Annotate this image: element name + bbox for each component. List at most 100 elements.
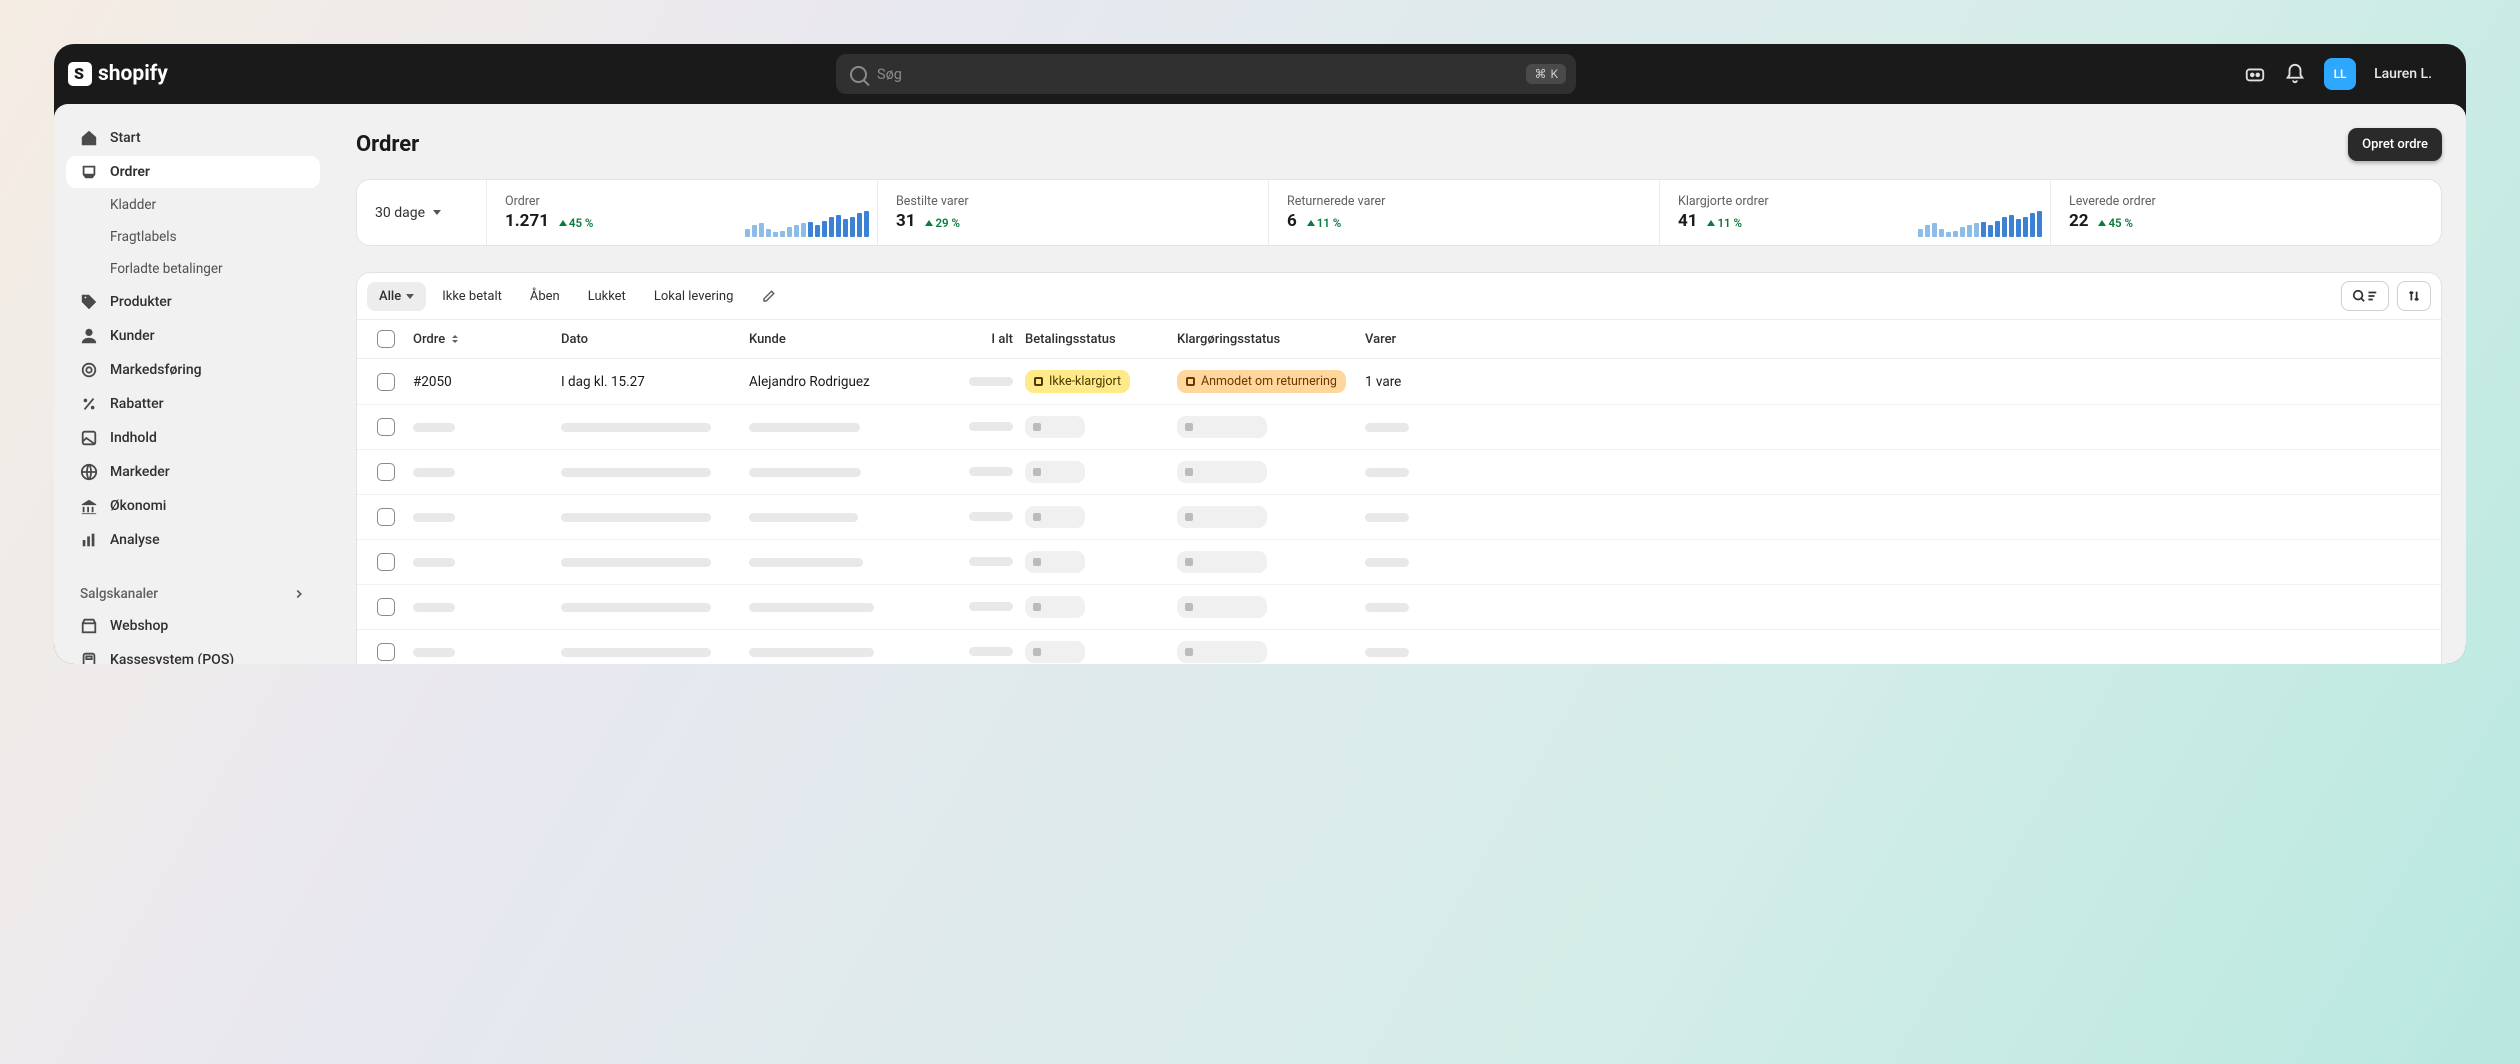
target-icon [80, 361, 98, 379]
sidebar-item-label: Kladder [110, 197, 156, 213]
search-filter-button[interactable] [2341, 281, 2389, 311]
header-customer[interactable]: Kunde [743, 332, 931, 347]
cell-order: #2050 [407, 374, 555, 390]
sidebar-item-customers[interactable]: Kunder [66, 320, 320, 352]
stat-items-ordered[interactable]: Bestilte varer 31 29 % [878, 180, 1269, 245]
sidebar-item-label: Økonomi [110, 498, 166, 514]
sidebar-item-start[interactable]: Start [66, 122, 320, 154]
sidebar-item-webshop[interactable]: Webshop [66, 610, 320, 642]
user-name[interactable]: Lauren L. [2374, 66, 2452, 82]
sidebar-item-label: Forladte betalinger [110, 261, 223, 277]
status-dot-icon [1186, 377, 1195, 386]
chevron-down-icon [406, 294, 414, 299]
sidebar-item-markets[interactable]: Markeder [66, 456, 320, 488]
inbox-tray-icon [80, 163, 98, 181]
select-all-checkbox[interactable] [377, 330, 395, 348]
stat-delta: 11 % [1707, 216, 1741, 230]
tab-label: Alle [379, 289, 401, 304]
image-icon [80, 429, 98, 447]
stat-delta: 29 % [925, 216, 959, 230]
row-checkbox[interactable] [377, 463, 395, 481]
notifications-icon[interactable] [2284, 63, 2306, 85]
shopify-bag-icon [68, 62, 92, 86]
row-checkbox[interactable] [377, 418, 395, 436]
table-row[interactable] [357, 630, 2441, 664]
sidebar-item-label: Webshop [110, 618, 168, 634]
stat-label: Bestilte varer [896, 194, 1250, 209]
sidebar-item-pos[interactable]: Kassesystem (POS) [66, 644, 320, 664]
table-row[interactable]: #2050 I dag kl. 15.27 Alejandro Rodrigue… [357, 359, 2441, 405]
sidebar-item-marketing[interactable]: Markedsføring [66, 354, 320, 386]
sort-button[interactable] [2397, 281, 2431, 311]
sidebar-item-label: Rabatter [110, 396, 164, 412]
edit-tabs-button[interactable] [755, 283, 781, 309]
tab-local-delivery[interactable]: Lokal levering [642, 282, 746, 311]
tab-all[interactable]: Alle [367, 282, 426, 311]
sidebar-item-discounts[interactable]: Rabatter [66, 388, 320, 420]
sidebar-item-label: Analyse [110, 532, 160, 548]
up-triangle-icon [1707, 220, 1715, 226]
status-dot-icon [1034, 377, 1043, 386]
search-input[interactable]: Søg ⌘K [836, 54, 1576, 94]
table-row[interactable] [357, 495, 2441, 540]
sidebar-item-label: Fragtlabels [110, 229, 177, 245]
row-checkbox[interactable] [377, 373, 395, 391]
sidebar-item-content[interactable]: Indhold [66, 422, 320, 454]
sort-icon [449, 333, 461, 345]
sidebar-item-shipping-labels[interactable]: Fragtlabels [66, 222, 320, 252]
header-total[interactable]: I alt [931, 332, 1019, 347]
globe-icon [80, 463, 98, 481]
stat-returned[interactable]: Returnerede varer 6 11 % [1269, 180, 1660, 245]
pos-icon [80, 651, 98, 664]
cell-customer: Alejandro Rodriguez [743, 374, 931, 390]
sidebar-item-products[interactable]: Produkter [66, 286, 320, 318]
row-checkbox[interactable] [377, 643, 395, 661]
row-checkbox[interactable] [377, 508, 395, 526]
tab-closed[interactable]: Lukket [576, 282, 638, 311]
sidebar-item-label: Markeder [110, 464, 170, 480]
orders-panel: Alle Ikke betalt Åben Lukket Lokal lever… [356, 272, 2442, 664]
stat-label: Returnerede varer [1287, 194, 1641, 209]
bank-icon [80, 497, 98, 515]
header-payment[interactable]: Betalingsstatus [1019, 332, 1171, 347]
row-checkbox[interactable] [377, 598, 395, 616]
sidebar-section-channels[interactable]: Salgskanaler [66, 580, 320, 608]
table-row[interactable] [357, 405, 2441, 450]
period-selector[interactable]: 30 dage [357, 180, 487, 245]
header-items[interactable]: Varer [1359, 332, 1459, 347]
stat-orders[interactable]: Ordrer 1.271 45 % [487, 180, 878, 245]
sidebar-item-finances[interactable]: Økonomi [66, 490, 320, 522]
stat-delta: 11 % [1307, 216, 1341, 230]
period-label: 30 dage [375, 205, 425, 221]
stat-fulfilled[interactable]: Klargjorte ordrer 41 11 % [1660, 180, 2051, 245]
tabs-row: Alle Ikke betalt Åben Lukket Lokal lever… [357, 273, 2441, 320]
sidebar-item-abandoned[interactable]: Forladte betalinger [66, 254, 320, 284]
search-kbd-hint: ⌘K [1526, 64, 1566, 84]
sidebar-item-analytics[interactable]: Analyse [66, 524, 320, 556]
chart-icon [80, 531, 98, 549]
cell-payment: Ikke-klargjort [1019, 370, 1171, 393]
table-row[interactable] [357, 450, 2441, 495]
tab-unpaid[interactable]: Ikke betalt [430, 282, 514, 311]
brand-logo[interactable]: shopify [68, 62, 168, 86]
sidebar-item-orders[interactable]: Ordrer [66, 156, 320, 188]
sidebar-item-label: Kassesystem (POS) [110, 652, 234, 664]
table-header: Ordre Dato Kunde I alt Betalingsstatus K… [357, 320, 2441, 359]
avatar[interactable]: LL [2324, 58, 2356, 90]
table-row[interactable] [357, 540, 2441, 585]
stat-value: 22 [2069, 211, 2089, 231]
up-triangle-icon [1307, 220, 1315, 226]
inbox-icon[interactable] [2244, 63, 2266, 85]
row-checkbox[interactable] [377, 553, 395, 571]
up-triangle-icon [559, 220, 567, 226]
sidebar-item-drafts[interactable]: Kladder [66, 190, 320, 220]
tab-open[interactable]: Åben [518, 282, 572, 311]
app-window: shopify Søg ⌘K LL Lauren L. Start [54, 44, 2466, 664]
header-order[interactable]: Ordre [407, 332, 555, 347]
create-order-button[interactable]: Opret ordre [2348, 128, 2442, 161]
header-fulfillment[interactable]: Klargøringsstatus [1171, 332, 1359, 347]
table-row[interactable] [357, 585, 2441, 630]
header-date[interactable]: Dato [555, 332, 743, 347]
sidebar-item-label: Ordrer [110, 164, 150, 180]
stat-delivered[interactable]: Leverede ordrer 22 45 % [2051, 180, 2441, 245]
